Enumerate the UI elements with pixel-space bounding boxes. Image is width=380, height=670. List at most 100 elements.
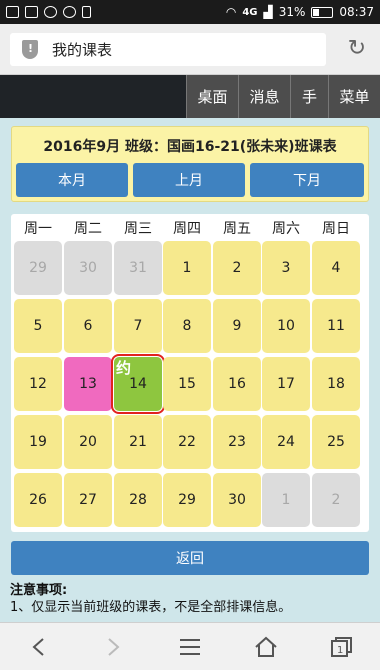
weekday-label: 周二 <box>74 221 102 237</box>
svg-text:1: 1 <box>337 645 343 656</box>
calendar-day[interactable]: 20 <box>64 415 112 469</box>
calendar-day[interactable]: 约 14 <box>111 354 165 414</box>
day-number: 10 <box>277 318 295 334</box>
calendar-day[interactable]: 27 <box>64 473 112 527</box>
day-number: 7 <box>133 318 143 334</box>
day-number: 15 <box>178 376 196 392</box>
page-title: 我的课表 <box>52 41 113 59</box>
forward-icon[interactable] <box>94 631 134 663</box>
calendar-day[interactable]: 18 <box>312 357 360 411</box>
calendar-day[interactable]: 6 <box>64 299 112 353</box>
notes-heading: 注意事项: <box>10 583 68 598</box>
calendar-day[interactable]: 21 <box>114 415 162 469</box>
day-number: 29 <box>178 492 196 508</box>
weekday-label: 周五 <box>223 221 251 237</box>
clock: 08:37 <box>339 5 374 19</box>
calendar-day[interactable]: 25 <box>312 415 360 469</box>
notes: 注意事项: 1、仅显示当前班级的课表，不是全部排课信息。 <box>10 582 372 616</box>
nav-menu[interactable]: 菜单 <box>328 75 380 118</box>
sim-icon <box>82 6 91 18</box>
calendar-day[interactable]: 30 <box>64 241 112 295</box>
day-number: 26 <box>29 492 47 508</box>
day-number: 17 <box>277 376 295 392</box>
calendar-day[interactable]: 26 <box>14 473 62 527</box>
calendar-day[interactable]: 10 <box>262 299 310 353</box>
day-number: 20 <box>79 434 97 450</box>
calendar-day[interactable]: 17 <box>262 357 310 411</box>
day-number: 23 <box>228 434 246 450</box>
calendar-day[interactable]: 7 <box>114 299 162 353</box>
day-number: 30 <box>228 492 246 508</box>
day-number: 31 <box>129 260 147 276</box>
menu-icon[interactable] <box>170 631 210 663</box>
day-number: 27 <box>79 492 97 508</box>
app-notification-icon <box>25 6 38 18</box>
calendar-day[interactable]: 15 <box>163 357 211 411</box>
calendar-day[interactable]: 8 <box>163 299 211 353</box>
calendar-day[interactable]: 2 <box>213 241 261 295</box>
battery-icon <box>311 6 334 18</box>
day-number: 24 <box>277 434 295 450</box>
security-shield-icon[interactable] <box>22 40 38 59</box>
calendar-day[interactable]: 29 <box>14 241 62 295</box>
back-button[interactable]: 返回 <box>11 541 369 575</box>
calendar-day[interactable]: 23 <box>213 415 261 469</box>
battery-percent: 31% <box>278 5 306 19</box>
home-icon[interactable] <box>246 631 286 663</box>
calendar-day[interactable]: 1 <box>262 473 310 527</box>
address-bar: 我的课表 ↻ <box>0 24 380 75</box>
calendar-day[interactable]: 1 <box>163 241 211 295</box>
reload-icon[interactable]: ↻ <box>348 37 366 61</box>
status-bar: ◠ 4G ▟ 31% 08:37 <box>0 0 380 24</box>
note-item: 1、仅显示当前班级的课表，不是全部排课信息。 <box>10 600 292 615</box>
calendar-day[interactable]: 31 <box>114 241 162 295</box>
day-number: 13 <box>79 376 97 392</box>
appointment-tag: 约 <box>116 359 132 377</box>
signal-icon: ▟ <box>263 5 273 19</box>
nav-desktop[interactable]: 桌面 <box>186 75 238 118</box>
url-field[interactable]: 我的课表 <box>10 33 326 66</box>
day-number: 8 <box>182 318 192 334</box>
calendar-day[interactable]: 19 <box>14 415 62 469</box>
calendar-day[interactable]: 12 <box>14 357 62 411</box>
calendar-day[interactable]: 29 <box>163 473 211 527</box>
calendar-day[interactable]: 9 <box>213 299 261 353</box>
tabs-icon[interactable]: 1 <box>322 631 362 663</box>
weekday-label: 周一 <box>24 221 52 237</box>
day-number: 18 <box>327 376 345 392</box>
calendar-day[interactable]: 4 <box>312 241 360 295</box>
calendar-day[interactable]: 28 <box>114 473 162 527</box>
calendar: 周一 周二 周三 周四 周五 周六 周日 29 30 31 1 2 3 4 5 6 7 8 9 10 11 12 13 约 1… <box>11 214 369 532</box>
day-number: 5 <box>33 318 43 334</box>
calendar-day[interactable]: 13 <box>64 357 112 411</box>
day-number: 29 <box>29 260 47 276</box>
day-number: 3 <box>281 260 291 276</box>
schedule-title: 2016年9月 班级：国画16-21(张未来)班课表 <box>43 139 337 155</box>
day-number: 1 <box>182 260 192 276</box>
next-month-button[interactable]: 下月 <box>250 163 364 197</box>
weekday-label: 周六 <box>272 221 300 237</box>
calendar-day[interactable]: 11 <box>312 299 360 353</box>
browser-toolbar: 1 <box>0 622 380 670</box>
prev-month-button[interactable]: 上月 <box>133 163 245 197</box>
calendar-day[interactable]: 24 <box>262 415 310 469</box>
calendar-day[interactable]: 5 <box>14 299 62 353</box>
day-number: 30 <box>79 260 97 276</box>
nav-mobile[interactable]: 手 <box>290 75 328 118</box>
calendar-day[interactable]: 16 <box>213 357 261 411</box>
top-nav: 桌面 消息 手 菜单 <box>0 75 380 118</box>
schedule-page: 2016年9月 班级：国画16-21(张未来)班课表 本月 上月 下月 周一 周二… <box>0 118 380 622</box>
day-number: 2 <box>232 260 242 276</box>
nav-messages[interactable]: 消息 <box>238 75 290 118</box>
back-icon[interactable] <box>18 631 58 663</box>
this-month-button[interactable]: 本月 <box>16 163 128 197</box>
day-number: 28 <box>129 492 147 508</box>
calendar-day[interactable]: 2 <box>312 473 360 527</box>
calendar-day[interactable]: 30 <box>213 473 261 527</box>
calendar-day[interactable]: 22 <box>163 415 211 469</box>
network-type: 4G <box>242 6 258 18</box>
calendar-day[interactable]: 3 <box>262 241 310 295</box>
weekday-label: 周四 <box>173 221 201 237</box>
day-number: 1 <box>281 492 291 508</box>
alert-icon <box>63 6 76 18</box>
